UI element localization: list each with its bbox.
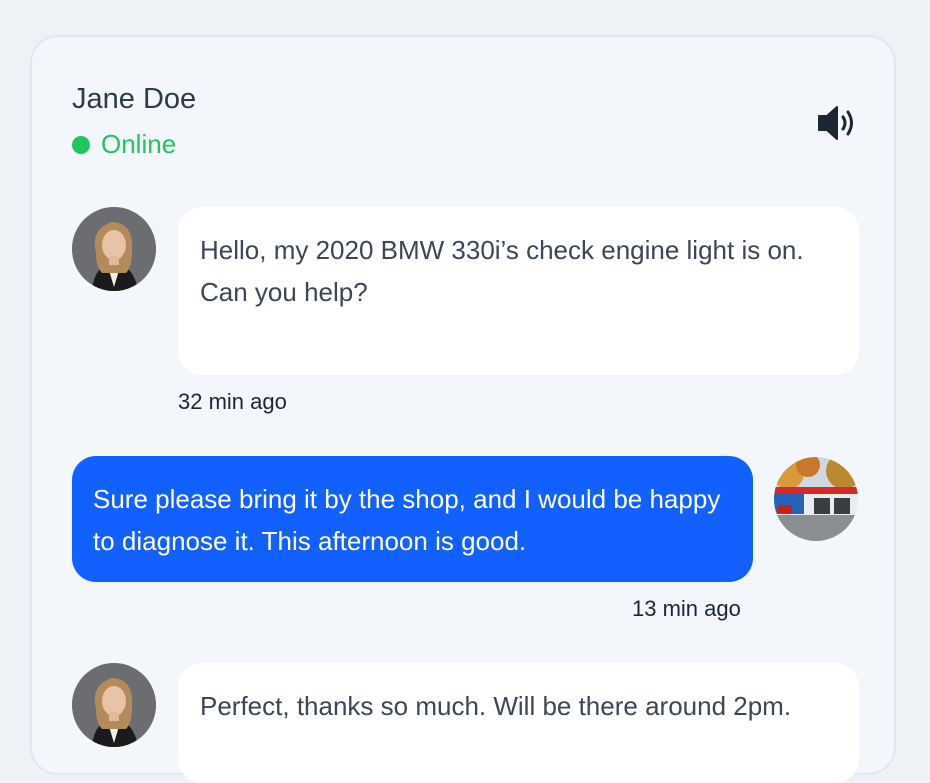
message-bubble-outgoing: Sure please bring it by the shop, and I …: [72, 456, 753, 582]
status-indicator: Online: [72, 129, 176, 160]
message-text: Perfect, thanks so much. Will be there a…: [200, 691, 792, 721]
speaker-volume-icon[interactable]: [816, 103, 858, 143]
avatar-shop: [774, 457, 858, 541]
message-timestamp: 13 min ago: [632, 596, 741, 621]
online-dot-icon: [72, 135, 90, 154]
chat-panel: Jane Doe Online Hello, my 2020 BMW 330i’…: [30, 35, 896, 783]
avatar-jane: [72, 663, 156, 747]
message-text: Hello, my 2020 BMW 330i’s check engine l…: [200, 235, 804, 307]
message-timestamp: 32 min ago: [178, 389, 287, 414]
message-bubble-incoming: Hello, my 2020 BMW 330i’s check engine l…: [178, 207, 859, 375]
status-text: Online: [101, 129, 177, 159]
contact-name: Jane Doe: [72, 83, 197, 115]
message-text: Sure please bring it by the shop, and I …: [93, 484, 721, 556]
avatar-jane: [72, 207, 156, 291]
message-bubble-incoming: Perfect, thanks so much. Will be there a…: [178, 663, 859, 783]
